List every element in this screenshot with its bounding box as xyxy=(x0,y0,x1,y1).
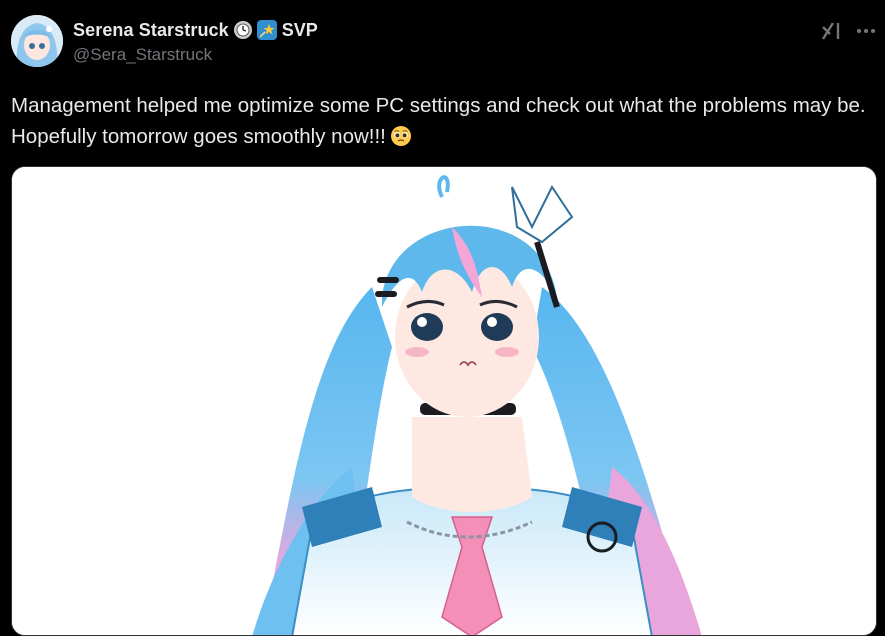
display-name[interactable]: Serena Starstruck xyxy=(73,20,229,41)
clock-icon xyxy=(233,21,252,39)
vtuber-avatar-icon xyxy=(11,15,63,67)
post-media[interactable] xyxy=(11,166,877,636)
anime-girl-illustration-icon xyxy=(12,167,876,635)
author-name-row: Serena Starstruck SVP xyxy=(73,18,318,42)
author-handle[interactable]: @Sera_Starstruck xyxy=(73,45,212,65)
post-text-body: Management helped me optimize some PC se… xyxy=(11,94,866,148)
grok-icon[interactable] xyxy=(819,19,843,43)
avatar[interactable] xyxy=(11,15,63,67)
more-icon[interactable] xyxy=(853,18,879,44)
pleading-face-emoji xyxy=(390,125,412,147)
shooting-star-icon xyxy=(256,20,277,40)
post-text: Management helped me optimize some PC se… xyxy=(11,90,881,152)
affiliation-label: SVP xyxy=(281,19,318,40)
